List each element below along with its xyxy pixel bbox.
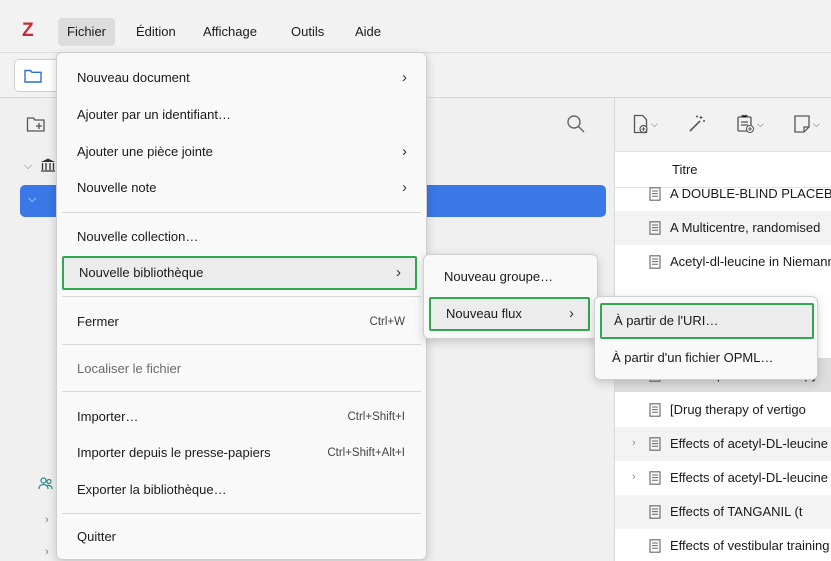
menu-item-new-feed[interactable]: Nouveau flux › <box>429 297 590 331</box>
file-menu: Nouveau document › Ajouter par un identif… <box>56 52 427 560</box>
item-title: Effects of acetyl-DL-leucine <box>670 470 828 485</box>
menu-item-add-by-identifier[interactable]: Ajouter par un identifiant… <box>62 100 421 130</box>
table-row[interactable]: › Effects of acetyl-DL-leucine <box>615 427 831 461</box>
chevron-right-icon[interactable]: › <box>632 437 636 449</box>
document-icon <box>649 539 661 556</box>
item-title: Effects of TANGANIL (t <box>670 504 803 519</box>
table-row[interactable]: A Multicentre, randomised <box>615 211 831 245</box>
menu-aide[interactable]: Aide <box>346 18 390 46</box>
table-row[interactable]: Effects of TANGANIL (t <box>615 495 831 529</box>
new-note-button[interactable]: ⌵ <box>793 112 820 136</box>
menu-item-locate-file[interactable]: Localiser le fichier <box>62 354 421 384</box>
menu-item-add-attachment[interactable]: Ajouter une pièce jointe › <box>62 137 421 167</box>
chevron-down-icon: ⌵ <box>28 193 37 205</box>
table-row[interactable]: › Effects of acetyl-DL-leucine <box>615 461 831 495</box>
menu-separator <box>62 212 421 213</box>
chevron-right-icon: › <box>569 305 574 322</box>
menu-item-quit[interactable]: Quitter <box>62 522 421 552</box>
item-title: Effects of vestibular training <box>670 538 830 553</box>
menu-item-close[interactable]: Fermer Ctrl+W <box>62 307 421 337</box>
chevron-right-icon: › <box>402 69 407 86</box>
menu-edition[interactable]: Édition <box>127 18 185 46</box>
document-icon <box>649 505 661 522</box>
chevron-right-icon[interactable]: › <box>632 471 636 483</box>
column-title-header[interactable]: Titre <box>672 162 698 177</box>
menu-outils[interactable]: Outils <box>282 18 333 46</box>
document-icon <box>649 437 661 454</box>
chevron-down-icon[interactable]: ⌵ <box>24 160 32 173</box>
chevron-right-icon[interactable]: › <box>45 546 49 558</box>
menu-item-from-opml[interactable]: À partir d'un fichier OPML… <box>600 343 814 373</box>
menu-separator <box>62 391 421 392</box>
chevron-right-icon: › <box>402 179 407 196</box>
document-icon <box>649 403 661 420</box>
group-icon <box>38 476 54 495</box>
menu-item-new-group[interactable]: Nouveau groupe… <box>429 262 592 292</box>
chevron-right-icon: › <box>402 143 407 160</box>
menu-separator <box>62 296 421 297</box>
menu-separator <box>62 344 421 345</box>
document-icon <box>649 255 661 272</box>
new-library-submenu: Nouveau groupe… Nouveau flux › <box>423 254 598 339</box>
item-title: [Drug therapy of vertigo <box>670 402 806 417</box>
menu-item-import[interactable]: Importer… Ctrl+Shift+I <box>62 402 421 432</box>
table-row[interactable]: Acetyl-dl-leucine in Niemann <box>615 245 831 279</box>
new-item-button[interactable]: ⌵ <box>633 112 658 136</box>
item-title: A DOUBLE-BLIND PLACEBO <box>670 186 831 201</box>
folder-icon <box>24 68 42 86</box>
magic-wand-icon[interactable] <box>687 112 707 136</box>
item-title: Acetyl-dl-leucine in Niemann <box>670 254 831 269</box>
document-icon <box>649 187 661 204</box>
library-icon <box>40 157 56 176</box>
chevron-right-icon[interactable]: › <box>45 514 49 526</box>
menu-fichier[interactable]: Fichier <box>58 18 116 46</box>
table-row[interactable]: [Drug therapy of vertigo <box>615 393 831 427</box>
document-icon <box>649 471 661 488</box>
new-feed-submenu: À partir de l'URI… À partir d'un fichier… <box>594 296 818 380</box>
menu-item-new-note[interactable]: Nouvelle note › <box>62 173 421 203</box>
menu-item-new-collection[interactable]: Nouvelle collection… <box>62 222 421 252</box>
add-attachment-button[interactable]: ⌵ <box>735 112 764 136</box>
menu-item-export-library[interactable]: Exporter la bibliothèque… <box>62 475 421 505</box>
menu-separator <box>62 513 421 514</box>
menu-affichage[interactable]: Affichage <box>194 18 266 46</box>
table-row[interactable]: Effects of vestibular training <box>615 529 831 561</box>
new-collection-icon[interactable] <box>26 115 46 136</box>
items-toolbar: ⌵ ⌵ ⌵ <box>615 98 831 152</box>
document-icon <box>649 221 661 238</box>
zotero-logo: Z <box>22 20 34 41</box>
menubar: Z Fichier Édition Affichage Outils Aide <box>0 0 831 52</box>
menu-item-import-clipboard[interactable]: Importer depuis le presse-papiers Ctrl+Sh… <box>62 438 421 468</box>
menu-item-new-document[interactable]: Nouveau document › <box>62 63 421 93</box>
menu-item-new-library[interactable]: Nouvelle bibliothèque › <box>62 256 417 290</box>
item-title: Effects of acetyl-DL-leucine <box>670 436 828 451</box>
menu-item-from-uri[interactable]: À partir de l'URI… <box>600 303 814 339</box>
table-row[interactable]: A DOUBLE-BLIND PLACEBO <box>615 177 831 211</box>
chevron-right-icon: › <box>396 264 401 281</box>
search-icon[interactable] <box>566 114 586 137</box>
item-title: A Multicentre, randomised <box>670 220 821 235</box>
